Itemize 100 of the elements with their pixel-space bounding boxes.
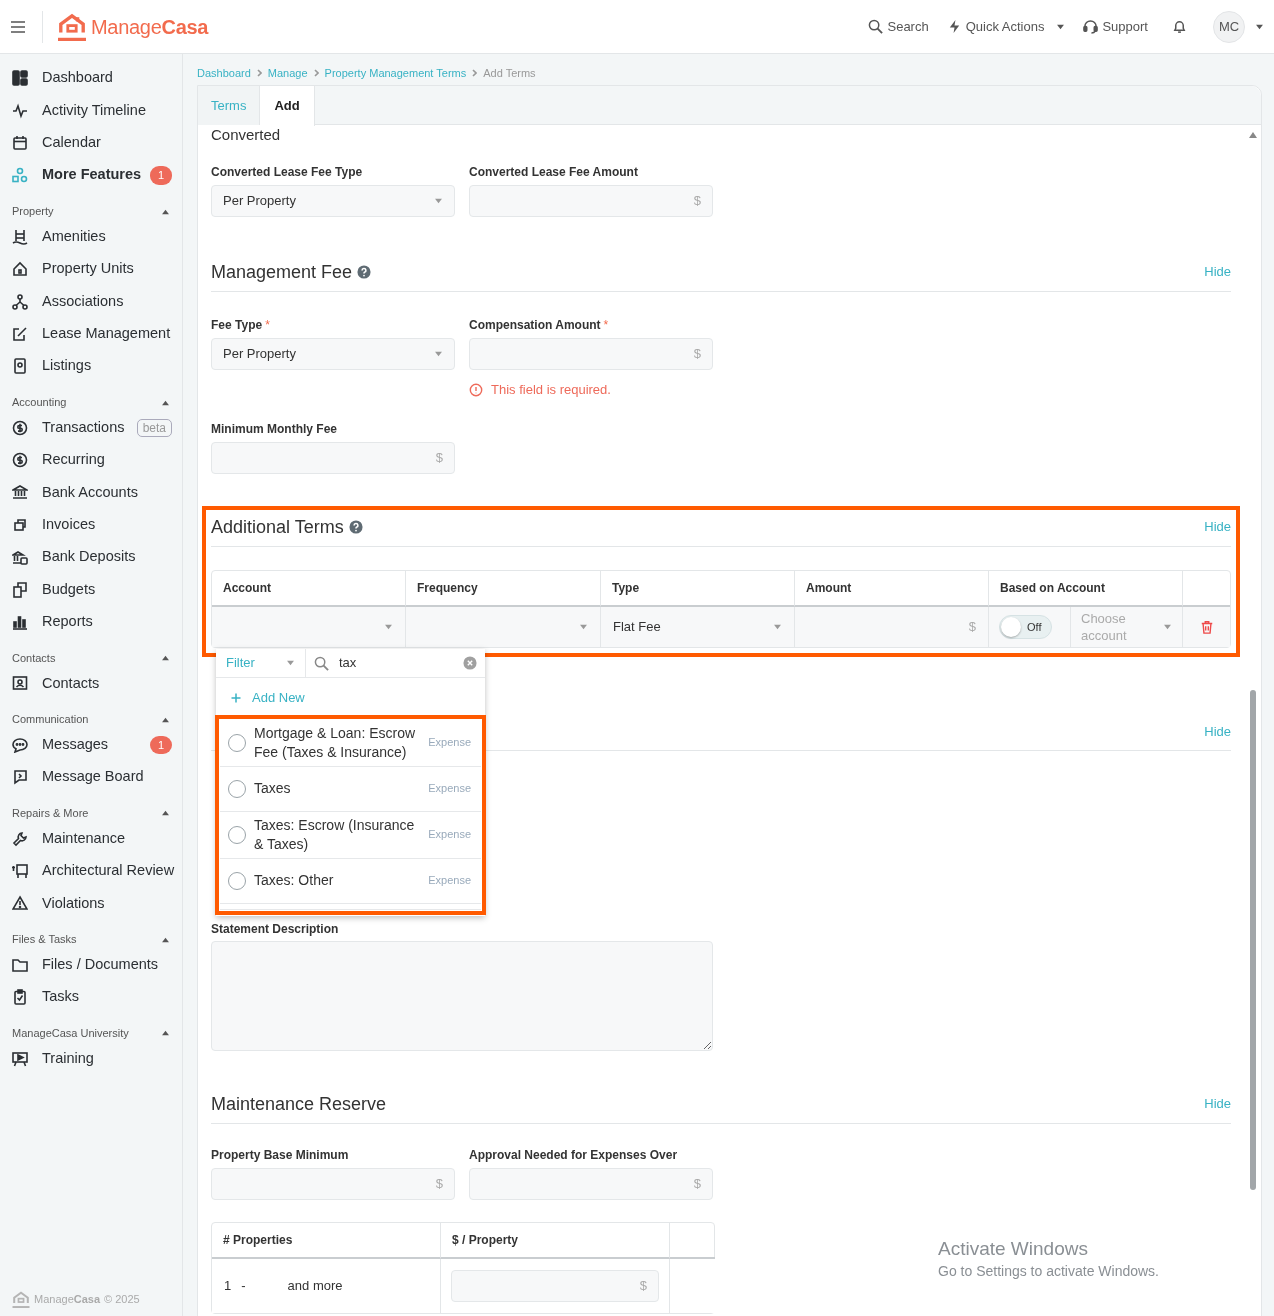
support-button[interactable]: Support xyxy=(1083,16,1148,37)
sidebar-item[interactable]: Files / Documents xyxy=(0,948,182,981)
sidebar-item[interactable]: More Features 1 xyxy=(0,159,182,192)
range-end: and more xyxy=(287,1277,343,1296)
dollar-icon xyxy=(12,419,28,436)
count-badge: 1 xyxy=(149,735,172,755)
sidebar-item[interactable]: Calendar xyxy=(0,126,182,160)
field-label: Statement Description xyxy=(211,921,340,936)
notifications-button[interactable] xyxy=(1172,19,1187,34)
dropdown-option[interactable]: Taxes Expense xyxy=(220,766,481,812)
sidebar-item[interactable]: Tasks xyxy=(0,981,182,1014)
range-dash: - xyxy=(241,1277,246,1296)
description-field[interactable] xyxy=(211,941,713,1051)
sidebar-item[interactable]: Budgets xyxy=(0,573,182,606)
required-mark: * xyxy=(603,318,609,332)
presentation-icon xyxy=(12,1050,28,1067)
sidebar-item[interactable]: Message Board xyxy=(0,761,182,794)
error-icon xyxy=(469,383,483,397)
field-label: Property Base Minimum xyxy=(211,1147,350,1162)
option-type: Expense xyxy=(428,781,471,797)
sidebar-item[interactable]: Listings xyxy=(0,350,182,383)
delete-button[interactable] xyxy=(1199,620,1214,634)
sidebar-item[interactable]: Activity Timeline xyxy=(0,94,182,127)
sidebar-item[interactable]: Architectural Review xyxy=(0,854,182,888)
field-label: Converted Lease Fee Amount xyxy=(469,164,639,179)
group-header[interactable]: Repairs & More xyxy=(0,804,182,823)
sidebar-item[interactable]: Transactions beta xyxy=(0,411,182,444)
bank-icon xyxy=(12,549,28,566)
menu-button[interactable] xyxy=(10,18,26,35)
caret-icon xyxy=(1056,23,1066,30)
group-header[interactable]: ManageCasa University xyxy=(0,1024,182,1043)
logo-icon xyxy=(12,1291,30,1308)
option-label: Taxes: Escrow (Insurance & Taxes) xyxy=(254,815,416,854)
clear-icon xyxy=(463,656,477,670)
select-field[interactable]: Per Property xyxy=(211,338,455,370)
sidebar-item[interactable]: Lease Management xyxy=(0,317,182,351)
field-label: Converted Lease Fee Type xyxy=(211,164,364,179)
avatar[interactable]: MC xyxy=(1213,10,1245,43)
easel-icon xyxy=(12,863,28,879)
caret-icon xyxy=(434,198,443,204)
select-field[interactable]: Per Property xyxy=(211,185,455,217)
sidebar-item[interactable]: Contacts xyxy=(0,667,182,700)
option-label: Taxes xyxy=(254,779,292,798)
shapes-icon xyxy=(12,167,28,184)
required-mark: * xyxy=(265,318,270,332)
section-title: Converted xyxy=(211,125,282,145)
edit-icon xyxy=(12,325,28,342)
section-title: Management Fee xyxy=(211,261,353,284)
grid-icon xyxy=(12,70,28,87)
sidebar-item[interactable]: Training xyxy=(0,1042,182,1075)
field-label: Approval Needed for Expenses Over xyxy=(469,1147,679,1162)
document-icon xyxy=(12,358,28,375)
group-header[interactable]: Communication xyxy=(0,710,182,729)
bar-chart-icon xyxy=(12,614,28,631)
activation-subtitle: Go to Settings to activate Windows. xyxy=(938,1262,1159,1281)
search-field[interactable]: tax xyxy=(337,652,455,674)
sidebar-item[interactable]: Invoices xyxy=(0,508,182,542)
search-icon xyxy=(314,655,329,671)
dropdown-option[interactable]: Taxes: Other Expense xyxy=(220,858,481,904)
activation-title: Activate Windows xyxy=(938,1237,1089,1261)
field-label: Fee Type * xyxy=(211,317,271,332)
copy-icon xyxy=(12,516,28,533)
help-icon xyxy=(357,265,372,279)
group-header[interactable]: Files & Tasks xyxy=(0,930,182,949)
copyright: © 2025 xyxy=(104,1292,140,1308)
field-label: Minimum Monthly Fee xyxy=(211,421,338,436)
group-header[interactable]: Accounting xyxy=(0,393,182,412)
toggle-switch[interactable]: Off xyxy=(999,615,1053,639)
sidebar-item[interactable]: Amenities xyxy=(0,220,182,253)
sidebar-item[interactable]: Reports xyxy=(0,605,182,639)
section-title: Maintenance Reserve xyxy=(211,1093,387,1116)
caret-icon xyxy=(286,660,295,666)
caret-icon xyxy=(434,351,443,357)
sidebar-item[interactable]: Property Units xyxy=(0,252,182,286)
sidebar-item[interactable]: Associations xyxy=(0,285,182,318)
sidebar-item[interactable]: Dashboard xyxy=(0,62,182,95)
sidebar-item[interactable]: Maintenance xyxy=(0,822,182,855)
option-label: Mortgage & Loan: Escrow Fee (Taxes & Insurance) xyxy=(254,723,417,762)
sidebar-item[interactable]: Bank Accounts xyxy=(0,476,182,509)
tab[interactable]: Add xyxy=(260,86,315,126)
clipboard-icon xyxy=(12,989,28,1006)
beta-tag: beta xyxy=(136,418,172,437)
sidebar-item[interactable]: Bank Deposits xyxy=(0,541,182,574)
sidebar-item[interactable]: Messages 1 xyxy=(0,728,182,762)
contact-card-icon xyxy=(12,675,28,692)
quick-button[interactable]: Quick Actions xyxy=(946,16,1066,37)
network-icon xyxy=(12,293,28,310)
chevron-icon xyxy=(472,69,478,77)
sidebar-item[interactable]: Violations xyxy=(0,887,182,920)
trash-icon xyxy=(1199,620,1214,634)
group-header[interactable]: Contacts xyxy=(0,649,182,668)
range-start: 1 xyxy=(224,1277,232,1296)
house-icon xyxy=(12,261,28,278)
chat-icon xyxy=(12,769,28,786)
logo-icon xyxy=(57,12,87,41)
group-header[interactable]: Property xyxy=(0,202,182,221)
caret-icon xyxy=(384,624,393,630)
option-type: Expense xyxy=(428,735,471,751)
search-button[interactable]: Search xyxy=(868,16,929,37)
sidebar-item[interactable]: Recurring xyxy=(0,443,182,477)
